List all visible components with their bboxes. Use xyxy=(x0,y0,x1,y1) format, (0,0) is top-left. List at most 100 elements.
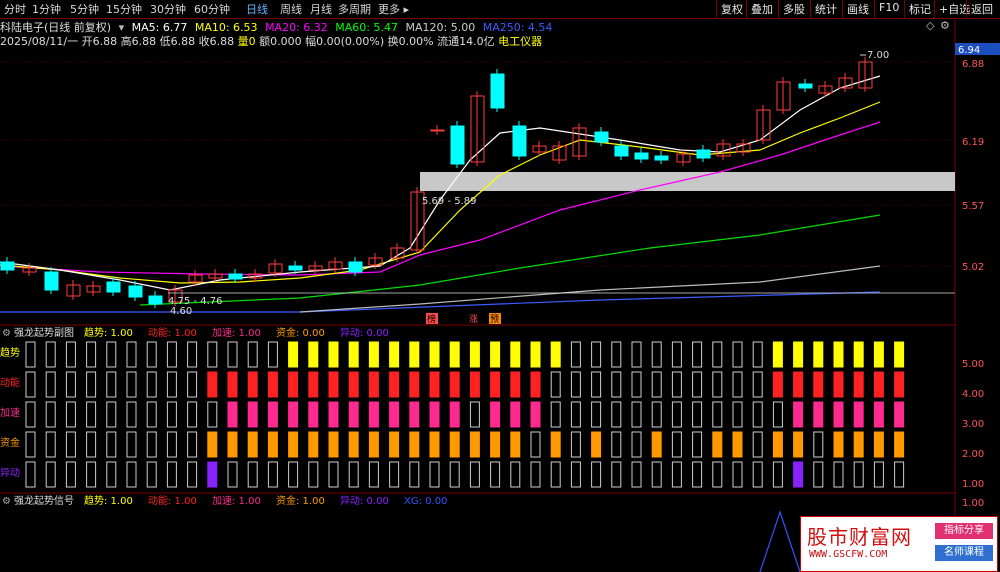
sub1-row-label-2: 加速 xyxy=(0,407,20,419)
signal-block xyxy=(65,371,76,398)
signal-block xyxy=(510,461,521,488)
signal-block xyxy=(631,401,642,428)
signal-block xyxy=(833,371,844,398)
signal-block xyxy=(469,341,480,368)
sub2-title: 强龙起势信号 xyxy=(14,494,74,507)
sub2-legend-item-2: 加速: 1.00 xyxy=(212,495,261,507)
signal-block xyxy=(732,341,743,368)
signal-block xyxy=(389,371,400,398)
signal-block xyxy=(611,341,622,368)
signal-block xyxy=(772,371,783,398)
signal-block xyxy=(449,401,460,428)
signal-block xyxy=(288,341,299,368)
signal-block xyxy=(712,461,723,488)
signal-block xyxy=(429,371,440,398)
sub2-legend-item-3: 资金: 1.00 xyxy=(276,494,325,507)
signal-block xyxy=(530,341,541,368)
sub1-axis-3: 2.00 xyxy=(962,449,984,460)
signal-block xyxy=(207,371,218,398)
signal-block xyxy=(732,431,743,458)
sub2-legend-item-4: 异动: 0.00 xyxy=(340,495,389,507)
sub1-row-label-3: 资金 xyxy=(0,436,20,449)
signal-block xyxy=(651,431,662,458)
candle-body xyxy=(228,273,243,280)
kline-chart[interactable]: 6.94 6.88 6.19 5.57 5.02 7.00 4.60 4.75 … xyxy=(0,0,1000,572)
signal-block xyxy=(328,431,339,458)
signal-block xyxy=(752,401,763,428)
signal-block xyxy=(65,431,76,458)
signal-block xyxy=(207,401,218,428)
signal-block xyxy=(894,461,905,488)
signal-block xyxy=(146,431,157,458)
signal-block xyxy=(308,371,319,398)
signal-block xyxy=(106,461,117,488)
signal-block xyxy=(187,341,198,368)
signal-block xyxy=(671,341,682,368)
signal-block xyxy=(126,341,137,368)
signal-block xyxy=(166,431,177,458)
candle-body xyxy=(798,83,813,89)
signal-block xyxy=(409,431,420,458)
sub2-legend-item-1: 动能: 1.00 xyxy=(148,494,197,507)
sub1-blocks xyxy=(25,341,905,488)
signal-block xyxy=(146,341,157,368)
signal-block xyxy=(267,371,278,398)
signal-block xyxy=(187,431,198,458)
signal-block xyxy=(550,461,561,488)
signal-block xyxy=(86,401,97,428)
signal-block xyxy=(106,341,117,368)
sub1-row-label-0: 趋势 xyxy=(0,346,20,359)
signal-block xyxy=(207,341,218,368)
signal-block xyxy=(65,341,76,368)
signal-block xyxy=(732,461,743,488)
signal-block xyxy=(227,401,238,428)
candle-body xyxy=(430,129,445,132)
range-label-low: 4.75 - 4.76 xyxy=(168,296,223,307)
signal-block xyxy=(853,461,864,488)
sub2-legend-item-0: 趋势: 1.00 xyxy=(84,494,133,507)
signal-block xyxy=(348,341,359,368)
signal-block xyxy=(671,461,682,488)
signal-block xyxy=(591,431,602,458)
candle-body xyxy=(128,285,143,298)
signal-block xyxy=(328,461,339,488)
signal-block xyxy=(389,341,400,368)
signal-block xyxy=(570,401,581,428)
signal-block xyxy=(409,371,420,398)
signal-block xyxy=(692,431,703,458)
signal-block xyxy=(873,401,884,428)
signal-block xyxy=(873,431,884,458)
sub1-axis: 5.00 4.00 3.00 2.00 1.00 xyxy=(962,359,984,490)
signal-block xyxy=(267,431,278,458)
signal-block xyxy=(227,341,238,368)
signal-block xyxy=(25,371,36,398)
sub1-collapse-icon[interactable]: ⚙ xyxy=(2,328,11,339)
signal-block xyxy=(106,431,117,458)
candle-body xyxy=(450,125,465,165)
sub2-axis-1: 1.00 xyxy=(962,498,984,509)
signal-block xyxy=(45,401,56,428)
signal-block xyxy=(772,341,783,368)
signal-block xyxy=(86,371,97,398)
signal-block xyxy=(267,401,278,428)
signal-block xyxy=(65,461,76,488)
signal-block xyxy=(368,461,379,488)
sub2-collapse-icon[interactable]: ⚙ xyxy=(2,496,11,507)
sub1-axis-4: 1.00 xyxy=(962,479,984,490)
signal-block xyxy=(65,401,76,428)
sub2-legend: 趋势: 1.00 动能: 1.00 加速: 1.00 资金: 1.00 异动: 0.00… xyxy=(84,494,447,507)
signal-block xyxy=(752,371,763,398)
signal-block xyxy=(146,461,157,488)
signal-block xyxy=(873,371,884,398)
signal-block xyxy=(469,401,480,428)
signal-block xyxy=(570,461,581,488)
signal-block xyxy=(833,461,844,488)
signal-block xyxy=(45,341,56,368)
signal-block xyxy=(25,401,36,428)
signal-block xyxy=(187,371,198,398)
signal-block xyxy=(631,461,642,488)
signal-block xyxy=(267,461,278,488)
signal-block xyxy=(671,371,682,398)
signal-block xyxy=(449,461,460,488)
signal-block xyxy=(510,341,521,368)
